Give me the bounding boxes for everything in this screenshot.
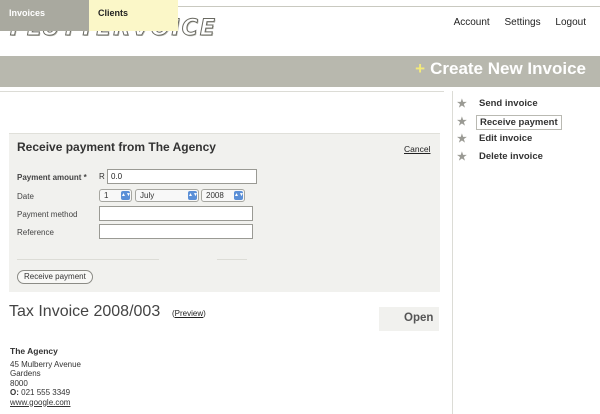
action-label: Receive payment [476, 114, 562, 130]
currency-symbol: R [99, 172, 105, 181]
action-delete-invoice[interactable]: ★ Delete invoice [456, 150, 596, 167]
action-edit-invoice[interactable]: ★ Edit invoice [456, 132, 596, 149]
select-arrows-icon: ▲▼ [234, 191, 244, 200]
account-link[interactable]: Account [454, 17, 490, 28]
action-label: Send invoice [479, 98, 538, 109]
month-value: July [140, 191, 155, 200]
receive-payment-panel: Receive payment from The Agency Cancel P… [9, 133, 440, 292]
client-postcode: 8000 [10, 378, 28, 388]
invoice-actions: ★ Send invoice ★ Receive payment ★ Edit inv… [456, 97, 596, 167]
client-phone: 021 555 3349 [21, 388, 71, 397]
phone-prefix: O: [10, 388, 19, 397]
month-select[interactable]: July ▲▼ [135, 189, 199, 202]
day-select[interactable]: 1 ▲▼ [99, 189, 132, 202]
create-new-invoice-label: Create New Invoice [430, 59, 586, 78]
payment-amount-label: Payment amount * [17, 173, 87, 182]
sidebar-divider [452, 91, 453, 414]
client-suburb: Gardens [10, 369, 41, 378]
settings-link[interactable]: Settings [504, 17, 540, 28]
action-send-invoice[interactable]: ★ Send invoice [456, 97, 596, 114]
tab-invoices[interactable]: Invoices [0, 0, 89, 31]
star-icon: ★ [457, 150, 467, 163]
action-label: Edit invoice [479, 133, 533, 144]
reference-input[interactable] [99, 224, 253, 239]
action-label: Delete invoice [479, 150, 543, 162]
date-label: Date [17, 192, 34, 201]
logout-link[interactable]: Logout [555, 17, 586, 28]
top-nav: Account Settings Logout [442, 17, 586, 28]
select-arrows-icon: ▲▼ [121, 191, 131, 200]
star-icon: ★ [457, 115, 467, 128]
action-receive-payment[interactable]: ★ Receive payment [456, 114, 596, 132]
cancel-link[interactable]: Cancel [404, 144, 430, 154]
client-phone-row: O: 021 555 3349 [10, 388, 81, 398]
client-street: 45 Mulberry Avenue [10, 359, 82, 369]
tab-clients[interactable]: Clients [89, 0, 178, 31]
reference-label: Reference [17, 228, 54, 237]
form-divider [217, 259, 247, 260]
receive-payment-button[interactable]: Receive payment [17, 270, 93, 284]
client-website-link[interactable]: www.google.com [10, 398, 81, 408]
status-badge: Open [404, 312, 434, 324]
panel-title: Receive payment from The Agency [17, 140, 216, 154]
preview-link[interactable]: Preview [175, 309, 203, 318]
plus-icon: + [415, 59, 426, 78]
preview-paren-close: ) [203, 309, 206, 318]
day-value: 1 [104, 191, 109, 200]
client-address: The Agency 45 Mulberry Avenue Gardens 80… [10, 346, 82, 408]
year-select[interactable]: 2008 ▲▼ [201, 189, 245, 202]
client-name: The Agency [10, 346, 58, 356]
create-new-invoice-button[interactable]: + Create New Invoice [415, 59, 586, 79]
preview-wrapper: (Preview) [172, 309, 206, 318]
form-divider [17, 259, 159, 260]
payment-method-label: Payment method [17, 210, 78, 219]
divider [0, 91, 444, 92]
invoice-title: Tax Invoice 2008/003 [9, 303, 161, 320]
year-value: 2008 [206, 191, 224, 200]
payment-amount-input[interactable]: 0.0 [107, 169, 257, 184]
star-icon: ★ [457, 98, 467, 110]
select-arrows-icon: ▲▼ [188, 191, 198, 200]
payment-method-input[interactable] [99, 206, 253, 221]
star-icon: ★ [457, 133, 467, 145]
